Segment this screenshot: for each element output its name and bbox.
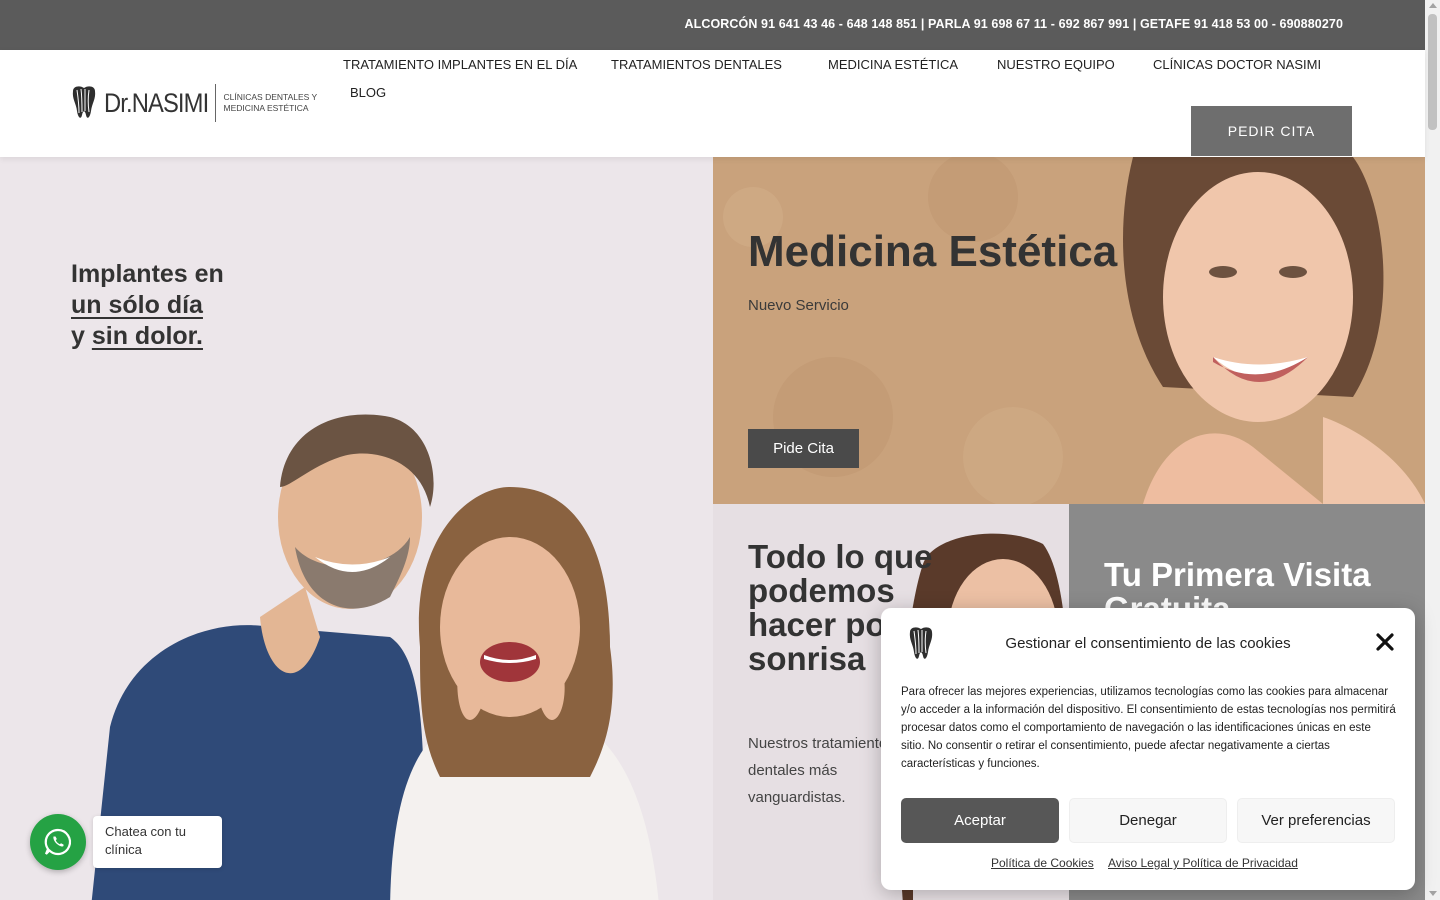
whatsapp-icon (44, 828, 72, 856)
logo-text: Dr.NASIMI (104, 87, 209, 118)
logo-tagline-line-2: MEDICINA ESTÉTICA (223, 103, 309, 113)
whatsapp-button[interactable] (30, 814, 86, 870)
medicina-subtitle: Nuevo Servicio (748, 297, 849, 314)
logo-divider (214, 84, 216, 122)
hero-headline: Implantes en un sólo día y sin dolor. (71, 259, 224, 352)
contact-phones[interactable]: ALCORCÓN 91 641 43 46 - 648 148 851 | PA… (684, 17, 1343, 31)
nav-item-clinicas[interactable]: CLÍNICAS DOCTOR NASIMI (1153, 57, 1321, 72)
pide-cita-button[interactable]: Pide Cita (748, 429, 859, 468)
hero-implants: Implantes en un sólo día y sin dolor. (0, 157, 713, 900)
nav-item-tratamientos[interactable]: TRATAMIENTOS DENTALES (611, 57, 782, 72)
logo-tagline-line-1: CLÍNICAS DENTALES Y (223, 92, 318, 102)
whatsapp-label[interactable]: Chatea con tu clínica (93, 816, 222, 868)
scroll-down-arrow-icon[interactable] (1429, 891, 1437, 896)
scrollbar-thumb[interactable] (1428, 14, 1437, 130)
nav-item-equipo[interactable]: NUESTRO EQUIPO (997, 57, 1115, 72)
cookie-description: Para ofrecer las mejores experiencias, u… (901, 686, 1396, 770)
legal-privacy-link[interactable]: Aviso Legal y Política de Privacidad (1108, 856, 1298, 870)
hero-line-1: Implantes en (71, 260, 224, 288)
medicina-title: Medicina Estética (748, 227, 1118, 276)
nav-item-blog[interactable]: BLOG (350, 85, 386, 100)
deny-cookies-button[interactable]: Denegar (1069, 798, 1227, 843)
nav-item-medicina[interactable]: MEDICINA ESTÉTICA (828, 57, 958, 72)
top-contact-bar: ALCORCÓN 91 641 43 46 - 648 148 851 | PA… (0, 0, 1425, 50)
treatments-description: Nuestros tratamientos dentales más vangu… (748, 735, 895, 806)
logo-tagline: CLÍNICAS DENTALES Y MEDICINA ESTÉTICA (224, 92, 318, 114)
hero-link-one-day[interactable]: un sólo día (71, 291, 203, 319)
site-header: Dr.NASIMI CLÍNICAS DENTALES Y MEDICINA E… (0, 50, 1425, 157)
medicina-estetica-banner[interactable]: Medicina Estética Nuevo Servicio Pide Ci… (713, 157, 1425, 504)
cookie-policy-link[interactable]: Política de Cookies (991, 856, 1094, 870)
page-scrollbar[interactable] (1425, 0, 1440, 900)
scroll-up-arrow-icon[interactable] (1429, 3, 1437, 8)
site-logo[interactable]: Dr.NASIMI CLÍNICAS DENTALES Y MEDICINA E… (70, 84, 317, 122)
accept-cookies-button[interactable]: Aceptar (901, 798, 1059, 843)
cookie-preferences-button[interactable]: Ver preferencias (1237, 798, 1395, 843)
hero-line-3-prefix: y (71, 322, 92, 350)
woman-face-image (1123, 157, 1425, 504)
cookie-title: Gestionar el consentimiento de las cooki… (1005, 635, 1291, 652)
tooth-logo-icon (72, 86, 96, 118)
hero-link-no-pain[interactable]: sin dolor. (92, 322, 203, 350)
close-icon[interactable] (1375, 632, 1395, 652)
nav-item-implantes[interactable]: TRATAMIENTO IMPLANTES EN EL DÍA (343, 57, 577, 72)
cookie-consent-dialog: Gestionar el consentimiento de las cooki… (881, 608, 1415, 890)
pedir-cita-button[interactable]: PEDIR CITA (1191, 106, 1352, 156)
